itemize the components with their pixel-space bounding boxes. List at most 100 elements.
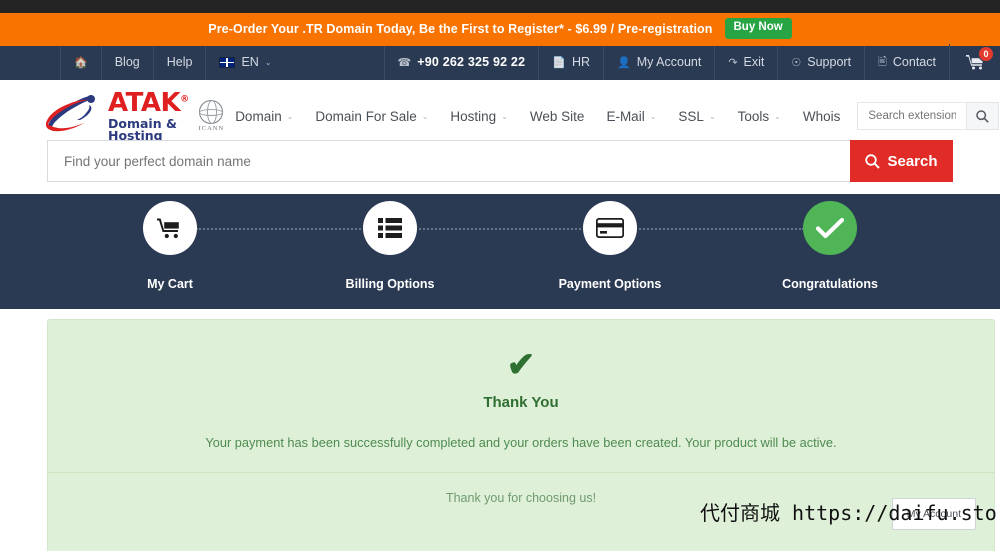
home-icon: 🏠 — [74, 56, 88, 69]
step-icon-circle — [143, 201, 197, 255]
support-icon: ☉ — [791, 56, 802, 69]
utility-item-label: Blog — [114, 55, 140, 69]
utility-item-exit[interactable]: ↷ Exit — [714, 44, 777, 80]
utility-item-my-account[interactable]: 👤 My Account — [603, 44, 714, 80]
domain-search-input[interactable] — [47, 140, 850, 182]
utility-bar: 🏠 Blog Help EN ⌄ ☎ +90 262 325 92 22 📄 H… — [0, 44, 1000, 80]
nav-item-label: E-Mail — [606, 108, 645, 124]
nav-item-label: Whois — [802, 108, 841, 124]
nav-item-tools[interactable]: Tools ⌄ — [727, 103, 792, 130]
nav-item-domain[interactable]: Domain ⌄ — [224, 103, 304, 130]
search-icon — [865, 153, 881, 169]
check-icon — [816, 217, 844, 239]
my-account-button[interactable]: My Account — [891, 498, 976, 530]
success-thanks-text: Thank you for choosing us! — [445, 491, 597, 505]
chevron-down-icon: ⌄ — [649, 111, 657, 121]
checkout-steps-inner: My Cart Billing Options Payment Options … — [0, 201, 1000, 291]
utility-item-label: Support — [807, 55, 852, 69]
cart-count-badge: 0 — [978, 46, 994, 62]
nav-item-label: Web Site — [529, 108, 585, 124]
success-divider — [48, 472, 994, 473]
utility-item-label: Help — [166, 55, 193, 69]
utility-item-label: EN — [241, 55, 259, 69]
extension-search-input[interactable] — [858, 103, 967, 129]
utility-item-label: Exit — [743, 55, 765, 69]
utility-item-blog[interactable]: Blog — [100, 44, 153, 80]
step-icon-circle-active — [803, 201, 857, 255]
chevron-down-icon: ⌄ — [774, 111, 781, 121]
steps-connector-line — [196, 228, 804, 230]
nav-item-whois[interactable]: Whois — [792, 103, 852, 130]
success-message: Your payment has been successfully compl… — [205, 435, 837, 450]
list-icon — [378, 218, 402, 238]
step-label: Payment Options — [558, 277, 662, 291]
logo-tagline: Domain & Hosting — [108, 115, 177, 143]
buy-now-button[interactable]: Buy Now — [724, 18, 792, 39]
utility-item-language[interactable]: EN ⌄ — [205, 44, 284, 80]
domain-search-bar: Search — [47, 140, 953, 182]
site-header: ATAK® Domain & Hosting ICANN Domain ⌄ Do… — [0, 80, 1000, 194]
utility-item-label: Contact — [892, 55, 936, 69]
credit-card-icon — [596, 218, 624, 238]
chevron-down-icon: ⌄ — [286, 111, 294, 121]
step-label: Congratulations — [782, 277, 878, 291]
utility-item-label: My Account — [636, 55, 702, 69]
extension-search-button[interactable] — [966, 103, 999, 129]
utility-item-phone[interactable]: ☎ +90 262 325 92 22 — [383, 44, 539, 80]
icann-badge: ICANN — [198, 99, 225, 132]
utility-item-home[interactable]: 🏠 — [60, 44, 101, 80]
document-icon: 📄 — [552, 56, 566, 69]
utility-item-hr[interactable]: 📄 HR — [538, 44, 603, 80]
search-icon — [976, 109, 990, 123]
step-my-cart[interactable]: My Cart — [110, 201, 230, 291]
mini-cart-button[interactable]: 0 — [949, 44, 1000, 80]
header-row: ATAK® Domain & Hosting ICANN Domain ⌄ Do… — [0, 80, 1000, 142]
step-label: Billing Options — [345, 277, 435, 291]
step-congratulations[interactable]: Congratulations — [770, 201, 890, 291]
utility-item-support[interactable]: ☉ Support — [777, 44, 864, 80]
nav-item-ssl[interactable]: SSL ⌄ — [667, 103, 726, 130]
nav-item-hosting[interactable]: Hosting ⌄ — [439, 103, 518, 130]
chevron-down-icon: ⌄ — [501, 111, 508, 121]
exit-icon: ↷ — [728, 56, 738, 69]
chevron-down-icon: ⌄ — [421, 111, 429, 121]
utility-item-label: HR — [571, 55, 590, 69]
nav-item-domain-for-sale[interactable]: Domain For Sale ⌄ — [304, 103, 439, 130]
logo-brand-name: ATAK® — [108, 87, 189, 118]
promo-banner: Pre-Order Your .TR Domain Today, Be the … — [0, 13, 1000, 44]
success-title: Thank You — [483, 394, 559, 411]
top-dark-strip — [0, 0, 1000, 13]
step-icon-circle — [583, 201, 637, 255]
domain-search-button-label: Search — [887, 152, 938, 170]
site-logo[interactable]: ATAK® Domain & Hosting ICANN — [46, 90, 224, 143]
logo-text: ATAK® Domain & Hosting — [108, 90, 189, 143]
contact-card-icon: 🖹 — [878, 55, 887, 68]
main-navigation: Domain ⌄ Domain For Sale ⌄ Hosting ⌄ Web… — [224, 102, 1000, 130]
atak-swoosh-logo-icon — [46, 95, 95, 132]
nav-item-e-mail[interactable]: E-Mail ⌄ — [595, 103, 667, 130]
checkout-steps: My Cart Billing Options Payment Options … — [0, 194, 1000, 309]
utility-bar-left: 🏠 Blog Help EN ⌄ — [60, 44, 285, 80]
utility-bar-right: ☎ +90 262 325 92 22 📄 HR 👤 My Account ↷ … — [383, 44, 1000, 80]
success-panel: ✔ Thank You Your payment has been succes… — [47, 319, 995, 551]
user-icon: 👤 — [617, 56, 631, 69]
step-billing-options[interactable]: Billing Options — [330, 201, 450, 291]
chevron-down-icon: ⌄ — [708, 111, 716, 121]
promo-text: Pre-Order Your .TR Domain Today, Be the … — [208, 21, 713, 36]
success-check-icon: ✔ — [506, 346, 536, 384]
domain-search-button[interactable]: Search — [850, 140, 953, 182]
globe-icon — [198, 99, 224, 124]
icann-label: ICANN — [198, 125, 225, 132]
nav-item-label: Hosting — [450, 108, 497, 124]
extension-search — [857, 102, 1000, 130]
nav-item-label: SSL — [678, 108, 704, 124]
step-payment-options[interactable]: Payment Options — [550, 201, 670, 291]
phone-number: +90 262 325 92 22 — [417, 55, 526, 69]
utility-item-help[interactable]: Help — [152, 44, 206, 80]
nav-item-label: Domain For Sale — [315, 108, 417, 124]
nav-item-web-site[interactable]: Web Site — [519, 103, 596, 130]
phone-icon: ☎ — [397, 56, 412, 69]
chevron-down-icon: ⌄ — [264, 57, 272, 67]
utility-item-contact[interactable]: 🖹 Contact — [864, 44, 949, 80]
main-content: ✔ Thank You Your payment has been succes… — [0, 309, 1000, 551]
